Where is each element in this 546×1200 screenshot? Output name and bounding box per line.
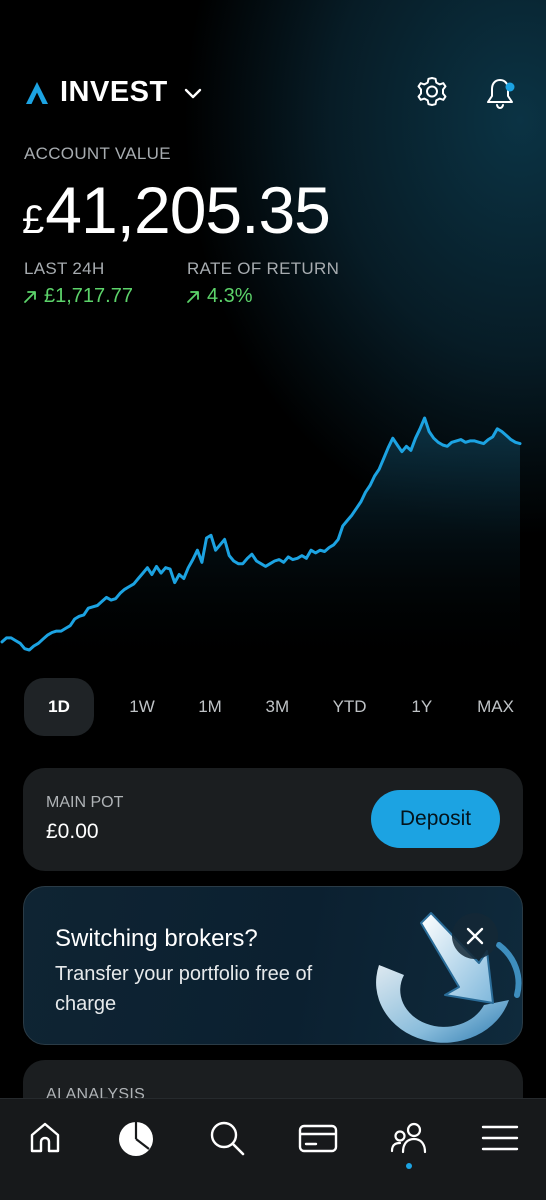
tab-home[interactable] (22, 1115, 68, 1161)
tab-menu[interactable] (477, 1115, 523, 1161)
range-1m[interactable]: 1M (190, 678, 230, 736)
rate-of-return-label: RATE OF RETURN (187, 259, 340, 278)
account-value-amount: 41,205.35 (45, 173, 331, 247)
community-icon (390, 1122, 427, 1154)
menu-icon (481, 1125, 519, 1151)
bell-icon (487, 79, 515, 110)
chart-area-fill (2, 418, 520, 670)
range-max[interactable]: MAX (469, 678, 522, 736)
deposit-button[interactable]: Deposit (371, 790, 500, 848)
main-pot-card[interactable]: MAIN POT £0.00 Deposit (23, 768, 523, 871)
close-icon (466, 927, 484, 945)
account-value: £41,205.35 (22, 172, 331, 248)
home-icon (30, 1122, 60, 1153)
transfer-illustration-icon (376, 912, 522, 1043)
range-1d[interactable]: 1D (24, 678, 94, 736)
search-icon (210, 1121, 245, 1156)
bottom-tab-bar (0, 1098, 546, 1200)
range-ytd[interactable]: YTD (325, 678, 375, 736)
gear-icon (417, 77, 447, 106)
app-title: INVEST (60, 76, 168, 108)
rate-of-return-change: 4.3% (185, 285, 253, 308)
portfolio-icon (119, 1122, 153, 1156)
range-3m[interactable]: 3M (257, 678, 297, 736)
chevron-down-icon (184, 88, 201, 98)
last-24h-label: LAST 24H (24, 259, 105, 278)
account-value-label: ACCOUNT VALUE (24, 144, 171, 163)
settings-button[interactable] (414, 74, 450, 112)
tab-portfolio[interactable] (113, 1115, 159, 1161)
notifications-button[interactable] (483, 74, 519, 112)
switching-brokers-banner[interactable]: Switching brokers? Transfer your portfol… (23, 886, 523, 1045)
promo-title: Switching brokers? (55, 925, 258, 952)
brand-logo-icon (26, 81, 48, 104)
arrow-up-right-icon (187, 290, 199, 303)
range-1y[interactable]: 1Y (402, 678, 442, 736)
performance-chart[interactable] (0, 400, 546, 670)
tab-card[interactable] (295, 1115, 341, 1161)
active-tab-indicator (406, 1163, 412, 1169)
tab-search[interactable] (204, 1115, 250, 1161)
time-range-selector: 1D 1W 1M 3M YTD 1Y MAX (24, 678, 522, 736)
main-pot-label: MAIN POT (46, 794, 124, 811)
tab-community[interactable] (386, 1115, 432, 1161)
last-24h-value: £1,717.77 (44, 285, 133, 307)
currency-symbol: £ (22, 198, 44, 242)
range-1w[interactable]: 1W (121, 678, 163, 736)
account-switcher[interactable]: INVEST (24, 76, 204, 109)
close-banner-button[interactable] (452, 913, 498, 959)
notification-badge (505, 82, 515, 92)
card-icon (298, 1124, 338, 1153)
rate-of-return-value: 4.3% (207, 285, 253, 307)
header: INVEST (0, 0, 546, 140)
last-24h-change: £1,717.77 (22, 285, 133, 308)
main-pot-value: £0.00 (46, 820, 99, 843)
arrow-up-right-icon (24, 290, 36, 303)
promo-text: Transfer your portfolio free of charge (55, 963, 313, 1015)
